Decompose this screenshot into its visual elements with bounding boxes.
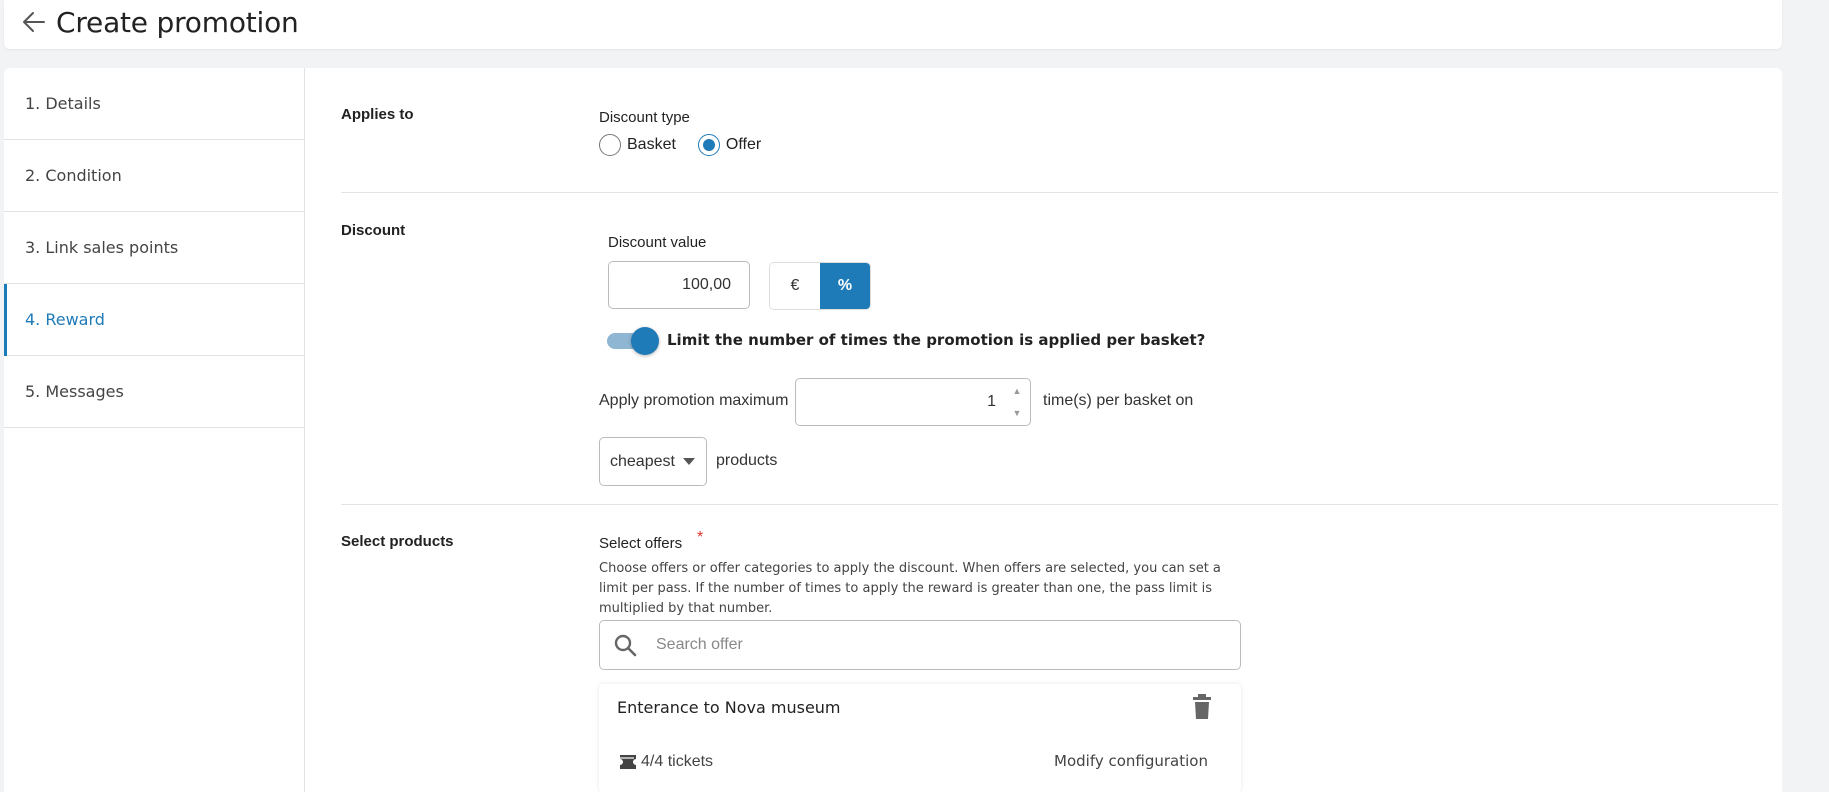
promotion-form-card: 1. Details 2. Condition 3. Link sales po… <box>4 68 1782 792</box>
limit-per-basket-label: Limit the number of times the promotion … <box>667 331 1206 349</box>
chevron-down-icon <box>682 458 695 465</box>
discount-type-radio-group: Basket Offer <box>599 134 783 156</box>
discount-value-label: Discount value <box>608 234 707 251</box>
select-products-label: Select products <box>341 533 454 550</box>
step-details[interactable]: 1. Details <box>4 68 304 140</box>
product-selector-dropdown[interactable]: cheapest <box>599 437 707 486</box>
page-title: Create promotion <box>56 6 299 39</box>
offer-ticket-count: 4/4 tickets <box>617 752 713 772</box>
applies-to-label: Applies to <box>341 106 414 123</box>
required-mark: * <box>697 529 704 546</box>
select-offers-label: Select offers <box>599 535 683 552</box>
offer-search-box <box>599 620 1241 670</box>
trash-icon[interactable] <box>1191 694 1213 720</box>
radio-basket[interactable] <box>599 134 621 156</box>
reward-form: Applies to Discount type Basket Offer Di… <box>305 68 1782 792</box>
select-offers-help-text: Choose offers or offer categories to app… <box>599 561 1221 616</box>
divider <box>341 192 1778 193</box>
search-icon <box>612 632 638 658</box>
offer-title: Enterance to Nova museum <box>617 698 841 717</box>
divider <box>341 504 1778 505</box>
product-selector-value: cheapest <box>610 452 675 470</box>
radio-basket-label: Basket <box>627 136 676 153</box>
back-arrow-icon[interactable] <box>20 8 48 36</box>
discount-type-label: Discount type <box>599 109 690 126</box>
radio-offer[interactable] <box>697 134 720 156</box>
search-input[interactable] <box>656 636 1216 654</box>
radio-offer-label: Offer <box>725 136 762 153</box>
ticket-count-text: 4/4 tickets <box>641 753 714 770</box>
unit-euro-button[interactable]: € <box>770 263 820 309</box>
per-basket-label: time(s) per basket on <box>1043 392 1194 409</box>
step-condition[interactable]: 2. Condition <box>4 140 304 212</box>
stepper-down-icon[interactable]: ▼ <box>1013 407 1022 419</box>
ticket-icon <box>617 752 639 772</box>
step-messages[interactable]: 5. Messages <box>4 356 304 428</box>
discount-value-input[interactable]: 100,00 <box>608 261 750 309</box>
step-reward[interactable]: 4. Reward <box>4 284 304 356</box>
steps-sidebar: 1. Details 2. Condition 3. Link sales po… <box>4 68 305 792</box>
stepper-up-icon[interactable]: ▲ <box>1013 385 1022 397</box>
unit-percent-button[interactable]: % <box>820 263 870 309</box>
limit-per-basket-toggle[interactable] <box>607 325 659 355</box>
discount-unit-toggle: € % <box>769 262 871 310</box>
selected-offer-card: Enterance to Nova museum 4/4 tickets Mod… <box>599 684 1241 792</box>
products-label: products <box>716 452 778 469</box>
discount-section-label: Discount <box>341 222 406 239</box>
page-header: Create promotion <box>4 0 1782 49</box>
apply-max-input[interactable]: 1 ▲ ▼ <box>795 378 1031 426</box>
quantity-stepper[interactable]: ▲ ▼ <box>1010 385 1024 419</box>
modify-configuration-button[interactable]: Modify configuration <box>1054 752 1208 770</box>
apply-max-value: 1 <box>987 393 996 410</box>
step-link-sales-points[interactable]: 3. Link sales points <box>4 212 304 284</box>
apply-max-label: Apply promotion maximum <box>599 392 789 409</box>
